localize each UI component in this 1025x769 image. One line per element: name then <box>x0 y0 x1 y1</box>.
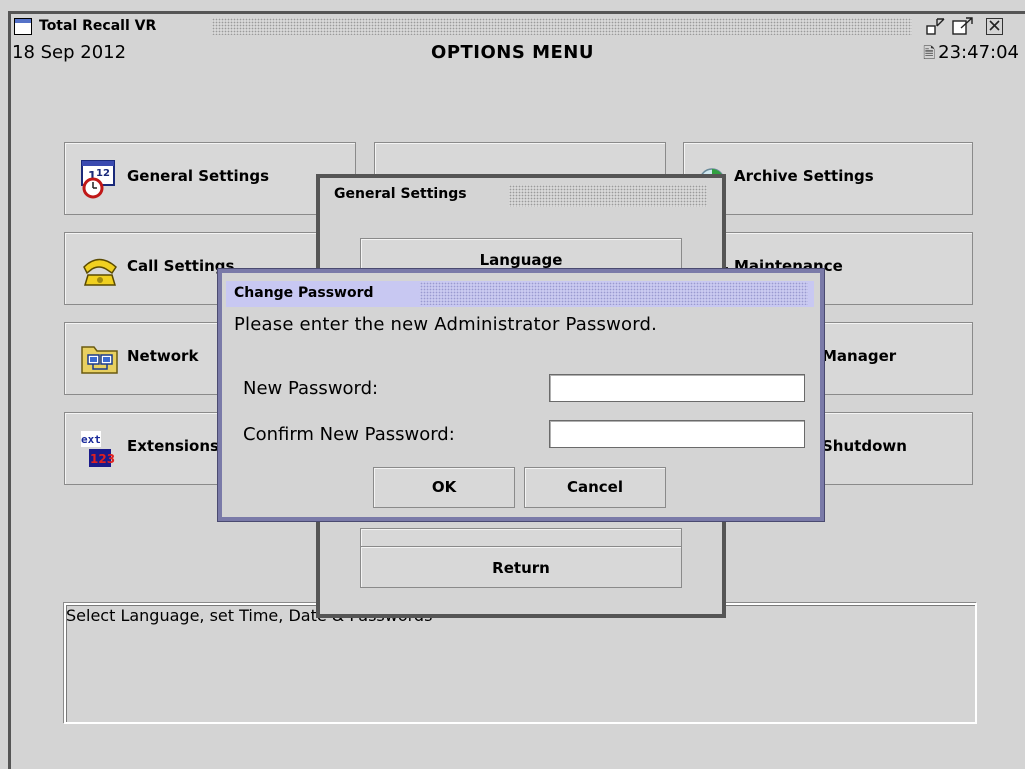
close-icon[interactable] <box>986 18 1003 35</box>
maximize-icon[interactable] <box>952 17 974 40</box>
page-title: OPTIONS MENU <box>431 42 594 63</box>
change-password-title: Change Password <box>234 285 374 301</box>
window-frame-left <box>8 11 11 769</box>
svg-text:ext: ext <box>81 433 101 446</box>
new-password-input[interactable] <box>549 374 805 402</box>
return-button[interactable]: Return <box>360 546 682 588</box>
extensions-label: Extensions <box>127 437 219 455</box>
svg-text:123: 123 <box>90 452 115 466</box>
clock-time: 23:47:04 <box>938 42 1019 63</box>
window-title: Total Recall VR <box>39 18 157 34</box>
telephone-icon <box>79 249 121 287</box>
general-settings-button[interactable]: 1 12 General Settings <box>64 142 356 215</box>
change-password-grip <box>420 282 808 305</box>
confirm-password-input[interactable] <box>549 420 805 448</box>
minimize-icon[interactable] <box>926 18 946 40</box>
password-prompt: Please enter the new Administrator Passw… <box>234 314 658 335</box>
archive-settings-label: Archive Settings <box>734 167 874 185</box>
new-password-label: New Password: <box>243 378 379 399</box>
extension-icon: ext 123 <box>79 429 121 467</box>
svg-text:12: 12 <box>96 168 110 179</box>
window-icon <box>14 18 32 35</box>
clock-display: 🗎 23:47:04 <box>923 42 1019 68</box>
network-label: Network <box>127 347 199 365</box>
archive-settings-button[interactable]: Archive Settings <box>683 142 973 215</box>
titlebar-grip <box>212 18 912 35</box>
shutdown-label: Shutdown <box>822 437 907 455</box>
calendar-clock-icon: 1 12 <box>79 159 121 199</box>
manager-label: Manager <box>822 347 897 365</box>
general-settings-label: General Settings <box>127 167 270 185</box>
lock-icon: 🗎 <box>923 44 936 62</box>
ok-button[interactable]: OK <box>373 467 515 508</box>
general-settings-dialog-title: General Settings <box>334 186 467 202</box>
confirm-password-label: Confirm New Password: <box>243 424 455 445</box>
cancel-button[interactable]: Cancel <box>524 467 666 508</box>
general-settings-dialog-grip <box>509 185 707 207</box>
network-folder-icon <box>79 339 121 377</box>
